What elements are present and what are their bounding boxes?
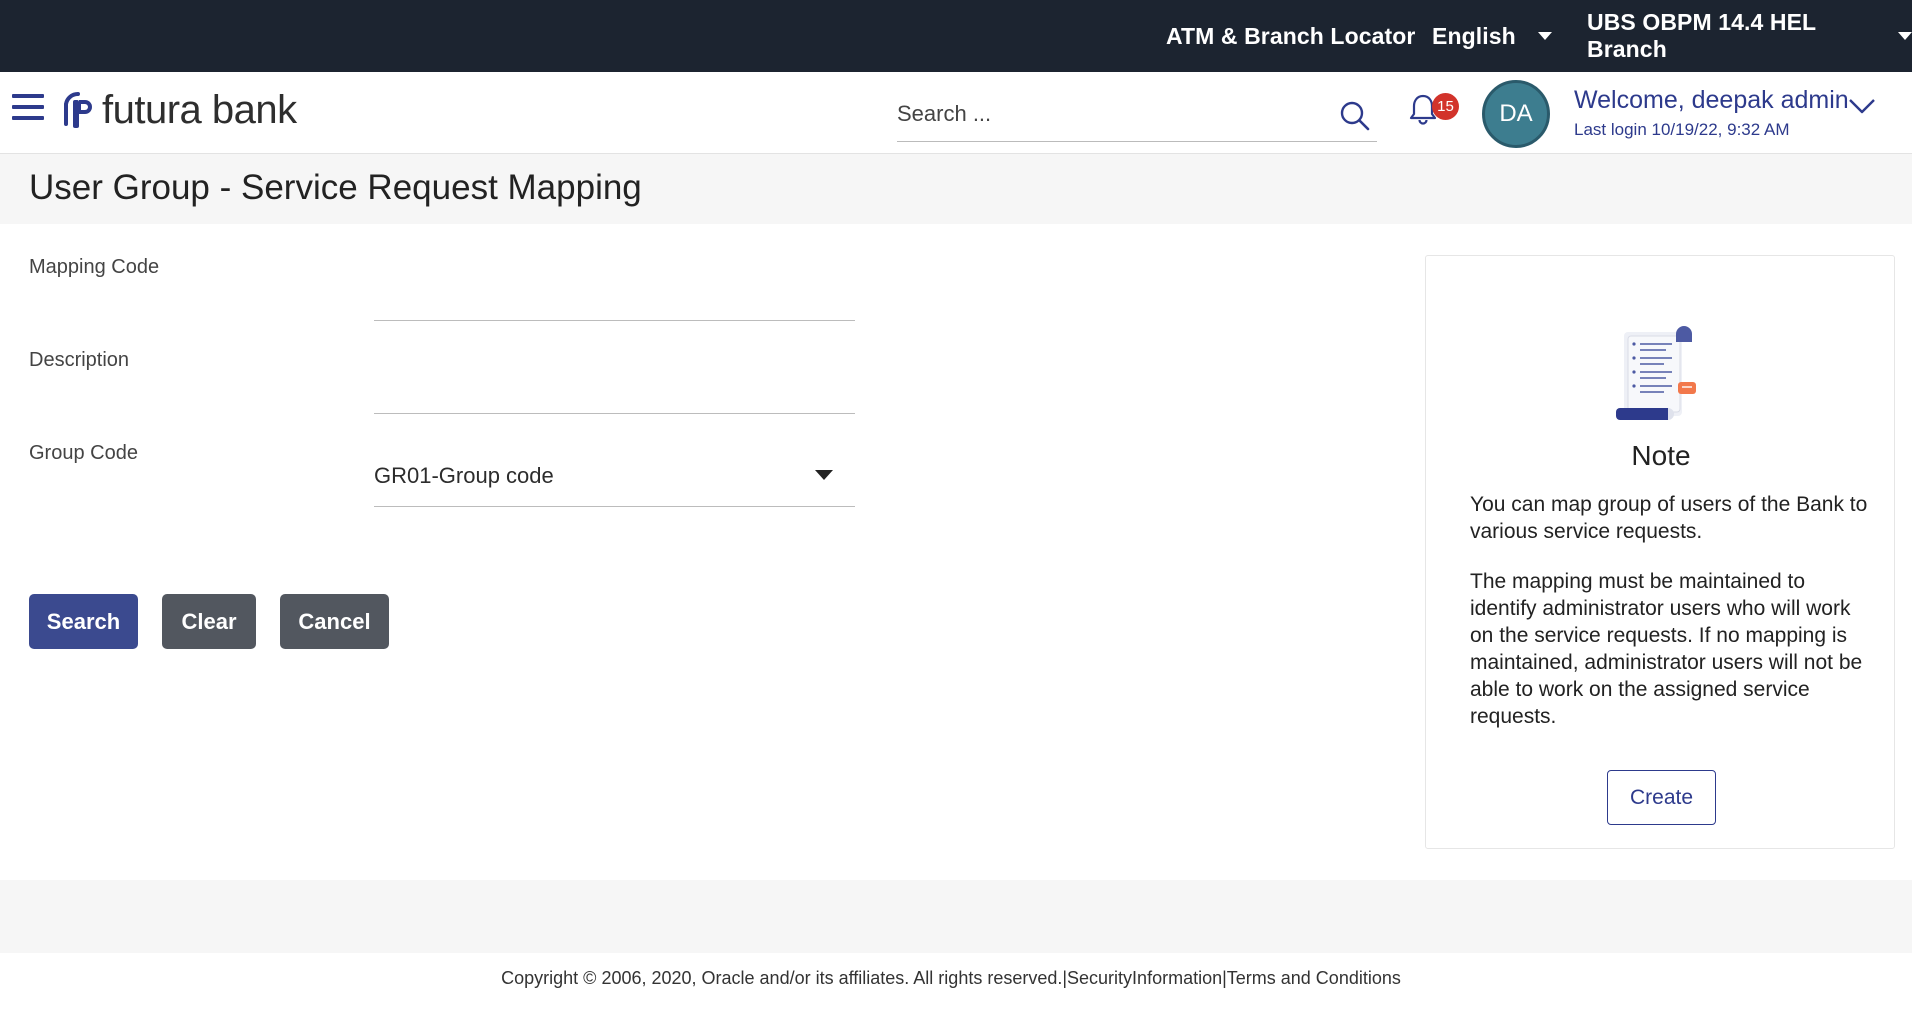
caret-down-icon: [1537, 32, 1552, 40]
mapping-code-label: Mapping Code: [29, 256, 160, 278]
language-label: English: [1432, 22, 1516, 49]
header: futura bank 15 DA Welcome, deepak admin …: [0, 72, 1912, 154]
description-underline: [374, 413, 855, 414]
clear-button[interactable]: Clear: [162, 594, 256, 649]
atm-branch-locator-label: ATM & Branch Locator: [1166, 22, 1416, 49]
last-login-text: Last login 10/19/22, 9:32 AM: [1574, 120, 1790, 139]
brand-logo[interactable]: futura bank: [60, 88, 297, 132]
note-paragraph-1: You can map group of users of the Bank t…: [1470, 493, 1868, 543]
copyright-text: Copyright © 2006, 2020, Oracle and/or it…: [501, 968, 1401, 988]
note-illustration: [1616, 326, 1696, 420]
footer-band: [0, 880, 1912, 953]
global-search: [897, 86, 1377, 142]
cancel-button[interactable]: Cancel: [280, 594, 389, 649]
group-code-underline: [374, 506, 855, 507]
create-button[interactable]: Create: [1607, 770, 1716, 825]
note-card: Note You can map group of users of the B…: [1425, 255, 1895, 849]
group-code-selected-value: GR01-Group code: [374, 463, 554, 488]
avatar[interactable]: DA: [1482, 80, 1550, 148]
search-input[interactable]: [897, 94, 1317, 134]
page-title: User Group - Service Request Mapping: [29, 168, 642, 207]
search-button[interactable]: Search: [29, 594, 138, 649]
notification-count-badge: 15: [1432, 93, 1459, 120]
caret-down-icon: [1898, 32, 1912, 40]
group-code-label: Group Code: [29, 442, 138, 464]
branch-label: UBS OBPM 14.4 HEL Branch: [1587, 9, 1816, 62]
mapping-code-underline: [374, 320, 855, 321]
top-bar: ATM & Branch Locator English UBS OBPM 14…: [0, 0, 1912, 72]
note-paragraph-2: The mapping must be maintained to identi…: [1470, 570, 1863, 728]
menu-icon[interactable]: [12, 92, 44, 122]
page-title-band: User Group - Service Request Mapping: [0, 154, 1912, 224]
brand-mark-icon: [64, 91, 92, 128]
mapping-code-field[interactable]: [374, 283, 855, 319]
brand-name: futura bank: [102, 87, 297, 132]
description-label: Description: [29, 349, 130, 371]
language-selector[interactable]: English: [1432, 0, 1552, 72]
welcome-text[interactable]: Welcome, deepak admin: [1574, 86, 1849, 115]
branch-selector[interactable]: UBS OBPM 14.4 HEL Branch: [1587, 0, 1912, 72]
note-title: Note: [1631, 440, 1691, 471]
chevron-down-icon[interactable]: [1848, 96, 1876, 116]
description-field[interactable]: [374, 376, 855, 412]
atm-branch-locator-link[interactable]: ATM & Branch Locator: [1166, 0, 1415, 72]
group-code-select[interactable]: GR01-Group code: [374, 462, 855, 502]
caret-down-icon[interactable]: [815, 470, 833, 480]
search-icon[interactable]: [1339, 100, 1371, 132]
